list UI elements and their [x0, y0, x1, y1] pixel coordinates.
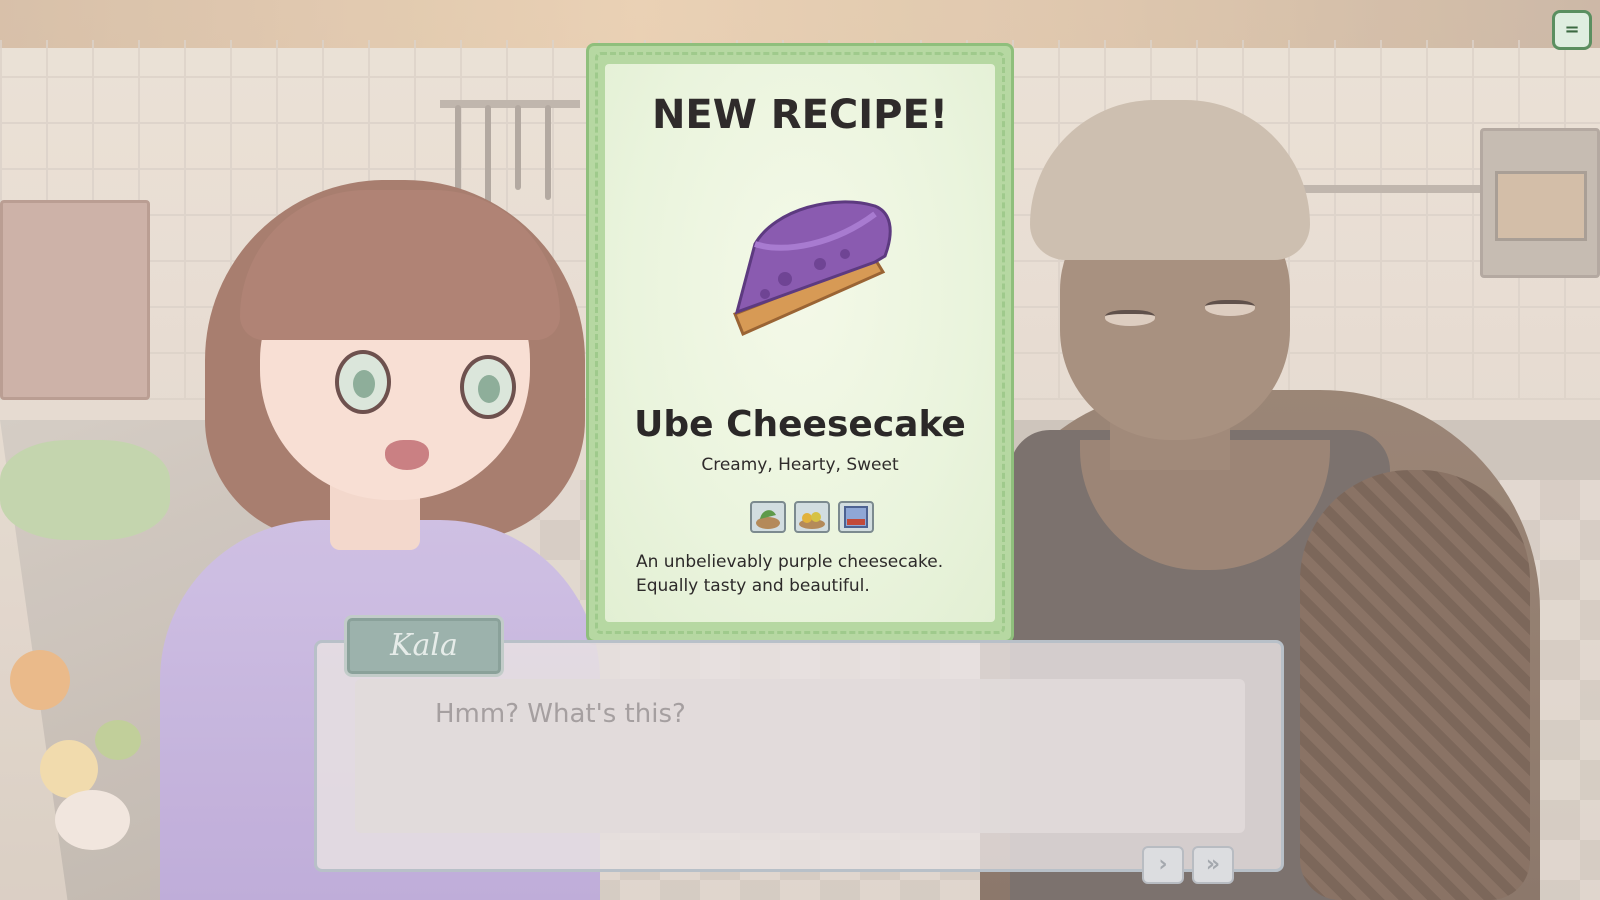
- card-panel: NEW RECIPE! Ube Cheesecake Creamy, Heart…: [605, 64, 995, 622]
- menu-icon: =: [1564, 19, 1580, 40]
- flavor-tags: Creamy, Hearty, Sweet: [701, 455, 899, 475]
- speaker-name: Kala: [390, 628, 458, 663]
- tattooed-arm: [1300, 470, 1530, 900]
- dialogue-text: Hmm? What's this?: [435, 699, 686, 729]
- fruit-bowl-icon: [794, 501, 830, 533]
- ladle: [455, 105, 461, 195]
- next-line-button[interactable]: ›: [1142, 846, 1184, 884]
- dialogue-panel: Hmm? What's this?: [355, 679, 1245, 833]
- apple-slice: [55, 790, 130, 850]
- open-mouth: [385, 440, 429, 470]
- lettuce: [0, 440, 170, 540]
- recipe-description: An unbelievably purple cheesecake. Equal…: [636, 552, 944, 596]
- kiwi: [95, 720, 141, 760]
- ingredient-list: [750, 501, 890, 535]
- chevron-right-icon: ›: [1158, 852, 1168, 877]
- espresso-machine: [0, 200, 150, 400]
- oven: [1480, 128, 1600, 278]
- dish-name: Ube Cheesecake: [634, 404, 966, 445]
- fast-forward-icon: »: [1205, 852, 1221, 877]
- ladle: [485, 105, 491, 205]
- spatula: [545, 105, 551, 200]
- cheesecake-icon: [725, 184, 905, 354]
- right-eye: [460, 355, 516, 419]
- utensil-rack: [440, 100, 580, 108]
- recipe-card: NEW RECIPE! Ube Cheesecake Creamy, Heart…: [586, 43, 1014, 643]
- skip-button[interactable]: »: [1192, 846, 1234, 884]
- left-eye: [1105, 310, 1155, 326]
- orange: [10, 650, 70, 710]
- left-eye: [335, 350, 391, 414]
- menu-button[interactable]: =: [1552, 10, 1592, 50]
- herb-bowl-icon: [750, 501, 786, 533]
- right-eye: [1205, 300, 1255, 316]
- preserves-jar-icon: [838, 501, 874, 533]
- spatula: [515, 105, 521, 190]
- recipe-card-title: NEW RECIPE!: [651, 92, 949, 138]
- speaker-nameplate: Kala: [344, 615, 504, 677]
